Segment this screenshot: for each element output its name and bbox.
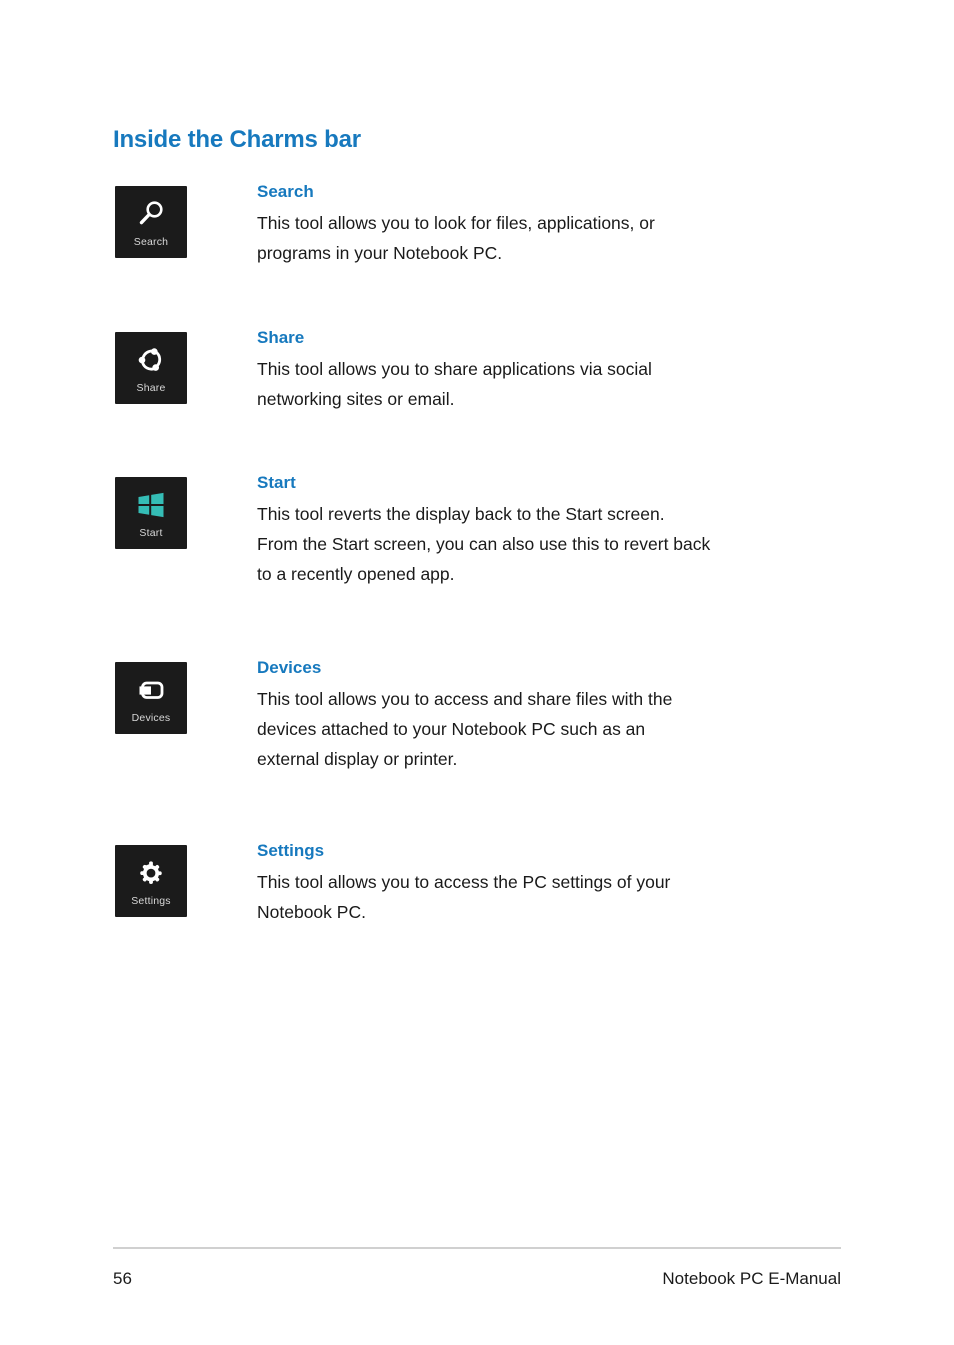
settings-tile: Settings [115, 845, 187, 917]
devices-icon [115, 668, 187, 712]
tile-label: Search [133, 236, 169, 248]
charm-title: Share [257, 328, 305, 347]
tile-label: Settings [131, 895, 171, 907]
footer-divider [113, 1247, 841, 1249]
tile-label: Devices [131, 712, 171, 724]
charm-text-settings: Settings This tool allows you to access … [257, 841, 857, 927]
page-title: Inside the Charms bar [113, 126, 361, 154]
tile-label: Start [139, 527, 163, 539]
charm-text-search: Search This tool allows you to look for … [257, 182, 857, 268]
charm-title: Start [257, 473, 296, 492]
charm-title: Settings [257, 841, 325, 860]
start-tile: Start [115, 477, 187, 549]
page-footer: 56 Notebook PC E-Manual [113, 1265, 841, 1293]
search-tile: Search [115, 186, 187, 258]
charm-text-share: Share This tool allows you to share appl… [257, 328, 857, 414]
charm-title: Search [257, 182, 314, 201]
devices-tile: Devices [115, 662, 187, 734]
charm-text-devices: Devices This tool allows you to access a… [257, 658, 857, 774]
page-number: 56 [113, 1269, 132, 1288]
search-icon [115, 192, 187, 236]
share-icon [115, 338, 187, 382]
windows-start-icon [115, 483, 187, 527]
charm-title: Devices [257, 658, 322, 677]
charm-description: This tool allows you to access and share… [257, 689, 673, 770]
charm-description: This tool allows you to share applicatio… [257, 359, 652, 410]
manual-page: Inside the Charms bar Search Search This… [0, 0, 954, 1345]
charm-description: This tool allows you to look for files, … [257, 213, 655, 264]
document-title: Notebook PC E-Manual [662, 1269, 841, 1288]
charm-description: This tool allows you to access the PC se… [257, 872, 671, 923]
share-tile: Share [115, 332, 187, 404]
tile-label: Share [136, 382, 166, 394]
settings-gear-icon [115, 851, 187, 895]
charm-description: This tool reverts the display back to th… [257, 504, 711, 585]
charm-text-start: Start This tool reverts the display back… [257, 473, 857, 589]
